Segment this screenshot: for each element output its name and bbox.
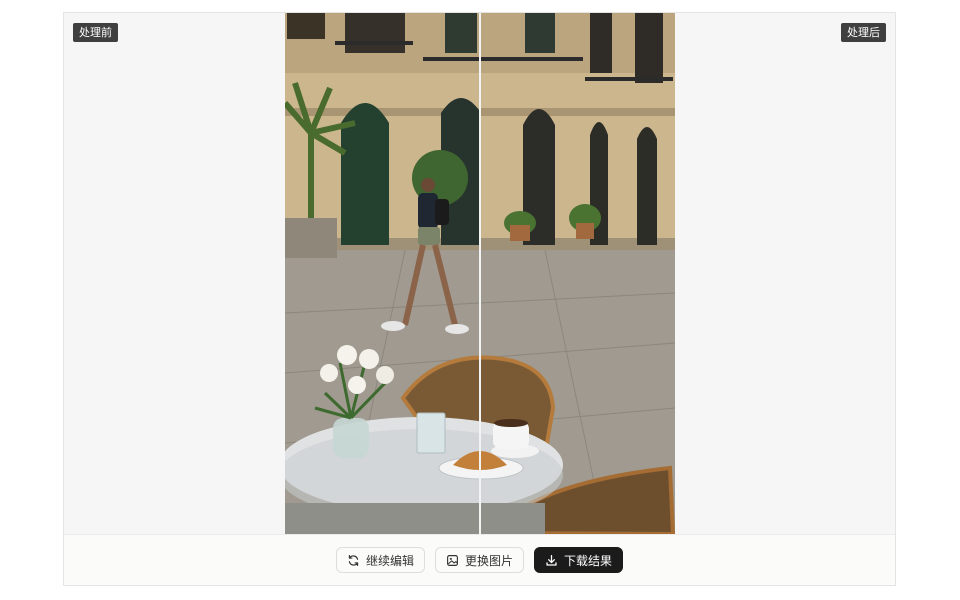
replace-image-label: 更换图片 — [464, 553, 513, 568]
comparison-image — [285, 13, 675, 534]
image-edit-icon — [446, 554, 459, 567]
after-badge: 处理后 — [841, 23, 886, 42]
comparison-viewer: 处理前 处理后 — [64, 13, 895, 534]
before-badge: 处理前 — [73, 23, 118, 42]
continue-edit-button[interactable]: 继续编辑 — [335, 547, 425, 573]
result-card: 处理前 处理后 继续编辑 更换图片 下载结果 — [63, 12, 896, 586]
download-icon — [545, 554, 558, 567]
action-toolbar: 继续编辑 更换图片 下载结果 — [64, 534, 895, 585]
comparison-divider-handle[interactable] — [479, 13, 481, 534]
continue-edit-label: 继续编辑 — [365, 553, 414, 568]
replace-image-button[interactable]: 更换图片 — [434, 547, 524, 573]
refresh-icon — [347, 554, 360, 567]
download-result-label: 下载结果 — [564, 553, 613, 568]
download-result-button[interactable]: 下载结果 — [534, 547, 624, 573]
